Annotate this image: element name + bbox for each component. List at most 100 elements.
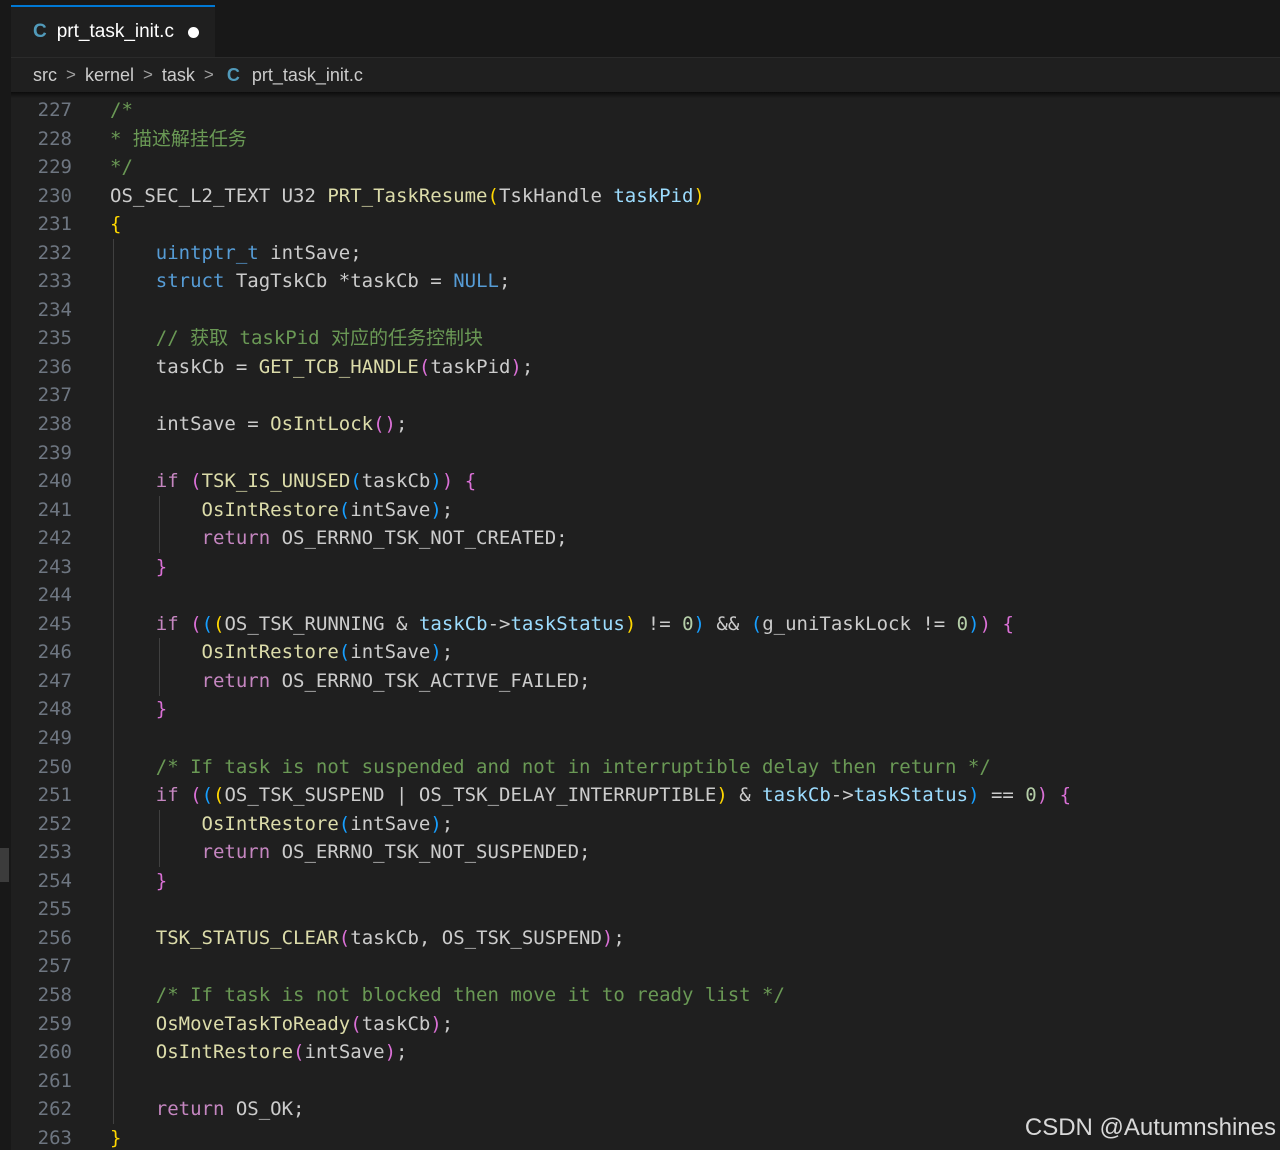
code-token: return: [201, 841, 271, 864]
code-line[interactable]: 250 /* If task is not suspended and not …: [11, 753, 1280, 782]
code-line[interactable]: 254 }: [11, 867, 1280, 896]
indent-guide: [158, 638, 160, 696]
breadcrumb-item-task[interactable]: task: [162, 65, 195, 86]
code-text: OsIntRestore(intSave);: [110, 1038, 408, 1067]
line-number: 244: [37, 584, 72, 607]
code-token: taskCb: [361, 1012, 431, 1035]
editor-tab[interactable]: C prt_task_init.c: [11, 5, 215, 57]
code-line[interactable]: 235 // 获取 taskPid 对应的任务控制块: [11, 324, 1280, 353]
code-text: return OS_OK;: [110, 1095, 305, 1124]
code-text: }: [110, 553, 167, 582]
watermark: CSDN @Autumnshines: [1024, 1114, 1276, 1141]
code-line[interactable]: 248 }: [11, 695, 1280, 724]
unsaved-dot-icon[interactable]: [187, 26, 199, 38]
code-editor[interactable]: C prt_task_init.c src > kernel > task > …: [0, 0, 1280, 1150]
code-line[interactable]: 245 if (((OS_TSK_RUNNING & taskCb->taskS…: [11, 610, 1280, 639]
code-token: (: [338, 812, 351, 835]
code-token: ;: [441, 1012, 454, 1035]
code-line[interactable]: 227 /*: [11, 96, 1280, 125]
line-number: 260: [37, 1041, 72, 1064]
code-text: OsMoveTaskToReady(taskCb);: [110, 1010, 453, 1039]
code-line[interactable]: 253 return OS_ERRNO_TSK_NOT_SUSPENDED;: [11, 838, 1280, 867]
code-line[interactable]: 261: [11, 1067, 1280, 1096]
line-number: 248: [37, 698, 72, 721]
code-line[interactable]: 251 if (((OS_TSK_SUSPEND | OS_TSK_DELAY_…: [11, 781, 1280, 810]
code-line[interactable]: 244: [11, 581, 1280, 610]
code-token: (: [418, 355, 431, 378]
code-text: }: [110, 1124, 121, 1150]
code-token: }: [110, 1126, 122, 1149]
line-number: 232: [37, 241, 72, 264]
code-token: /* If task is not suspended and not in i…: [155, 755, 991, 778]
breadcrumb-item-file[interactable]: prt_task_init.c: [252, 65, 363, 86]
code-line[interactable]: 247 return OS_ERRNO_TSK_ACTIVE_FAILED;: [11, 667, 1280, 696]
chevron-right-icon: >: [66, 65, 76, 84]
code-token: intSave: [350, 498, 431, 521]
code-token: // 获取 taskPid 对应的任务控制块: [155, 327, 484, 350]
code-line[interactable]: 243 }: [11, 553, 1280, 582]
code-line[interactable]: 232 uintptr_t intSave;: [11, 239, 1280, 268]
code-line[interactable]: 229 */: [11, 153, 1280, 182]
code-line[interactable]: 252 OsIntRestore(intSave);: [11, 810, 1280, 839]
code-token: TagTskCb *taskCb =: [224, 270, 454, 293]
line-number: 234: [37, 298, 72, 321]
code-line[interactable]: 237: [11, 381, 1280, 410]
code-line[interactable]: 231 {: [11, 210, 1280, 239]
activity-strip: [0, 0, 11, 1150]
code-text: }: [110, 695, 167, 724]
code-line[interactable]: 236 taskCb = GET_TCB_HANDLE(taskPid);: [11, 353, 1280, 382]
code-token: return: [155, 1098, 225, 1121]
code-token: intSave =: [110, 413, 271, 436]
code-token: OsIntLock: [270, 413, 374, 436]
indent-guide: [158, 809, 160, 867]
code-text: // 获取 taskPid 对应的任务控制块: [110, 324, 483, 353]
code-line[interactable]: 258 /* If task is not blocked then move …: [11, 981, 1280, 1010]
code-text: TSK_STATUS_CLEAR(taskCb, OS_TSK_SUSPEND)…: [110, 924, 625, 953]
line-number: 254: [37, 869, 72, 892]
code-token: OS_TSK_SUSPEND | OS_TSK_DELAY_INTERRUPTI…: [224, 784, 717, 807]
code-line[interactable]: 228 * 描述解挂任务: [11, 125, 1280, 154]
code-token: ->: [487, 612, 511, 635]
code-token: {: [1059, 784, 1072, 807]
code-line[interactable]: 242 return OS_ERRNO_TSK_NOT_CREATED;: [11, 524, 1280, 553]
c-language-icon: C: [33, 21, 47, 42]
code-text: OsIntRestore(intSave);: [110, 810, 454, 839]
code-token: TskHandle: [498, 184, 614, 207]
code-line[interactable]: 259 OsMoveTaskToReady(taskCb);: [11, 1010, 1280, 1039]
code-line[interactable]: 240 if (TSK_IS_UNUSED(taskCb)) {: [11, 467, 1280, 496]
code-line[interactable]: 241 OsIntRestore(intSave);: [11, 496, 1280, 525]
tab-bar: C prt_task_init.c: [11, 0, 1280, 58]
line-number: 242: [37, 527, 72, 550]
code-line[interactable]: 238 intSave = OsIntLock();: [11, 410, 1280, 439]
line-number: 245: [37, 612, 72, 635]
code-line[interactable]: 239: [11, 439, 1280, 468]
code-line[interactable]: 249: [11, 724, 1280, 753]
code-area[interactable]: 227 /* 228 * 描述解挂任务 229 */ 230 OS_SEC_L2_TEXT U…: [11, 96, 1280, 1150]
code-text: if (((OS_TSK_RUNNING & taskCb->taskStatu…: [110, 610, 1014, 639]
breadcrumb-item-kernel[interactable]: kernel: [85, 65, 134, 86]
line-number: 261: [37, 1069, 72, 1092]
code-token: !=: [636, 612, 683, 635]
code-line[interactable]: 257: [11, 952, 1280, 981]
code-line[interactable]: 246 OsIntRestore(intSave);: [11, 638, 1280, 667]
code-token: OS_SEC_L2_TEXT U32: [110, 184, 328, 207]
breadcrumb-item-src[interactable]: src: [33, 65, 57, 86]
line-number: 251: [37, 784, 72, 807]
code-token: ): [601, 926, 614, 949]
code-line[interactable]: 233 struct TagTskCb *taskCb = NULL;: [11, 267, 1280, 296]
code-line[interactable]: 255: [11, 895, 1280, 924]
code-line[interactable]: 256 TSK_STATUS_CLEAR(taskCb, OS_TSK_SUSP…: [11, 924, 1280, 953]
code-token: ): [979, 612, 992, 635]
code-token: ): [624, 612, 637, 635]
line-number: 240: [37, 470, 72, 493]
code-line[interactable]: 230 OS_SEC_L2_TEXT U32 PRT_TaskResume(Tsk…: [11, 182, 1280, 211]
code-line[interactable]: 260 OsIntRestore(intSave);: [11, 1038, 1280, 1067]
code-line[interactable]: 234: [11, 296, 1280, 325]
code-token: OS_ERRNO_TSK_NOT_SUSPENDED;: [270, 841, 591, 864]
